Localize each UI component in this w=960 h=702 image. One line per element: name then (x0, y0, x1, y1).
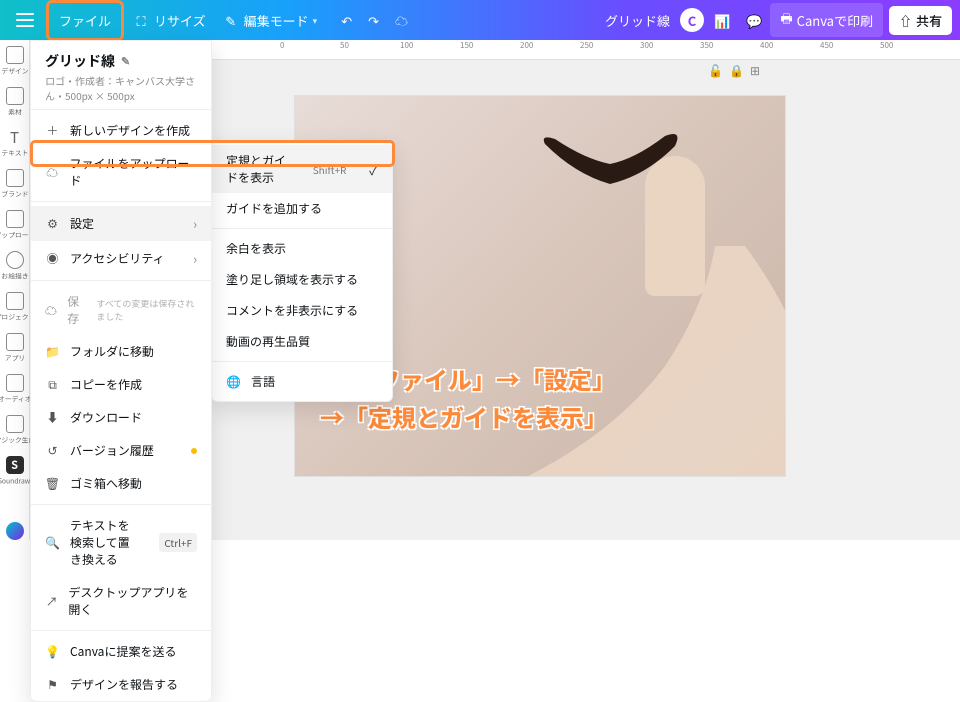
user-avatar[interactable]: C (680, 8, 704, 32)
file-dropdown-menu: グリッド線✎ ロゴ・作成者：キャンバス大学さん・500px × 500px ＋新… (30, 40, 212, 702)
redo-button[interactable]: ↷ (360, 5, 387, 36)
redo-icon: ↷ (368, 11, 379, 30)
menu-desktop-app[interactable]: ↗デスクトップアプリを開く (31, 576, 211, 626)
bulb-icon: 💡 (45, 644, 60, 659)
search-icon: 🔍 (45, 535, 60, 550)
pencil-icon: ✎ (222, 11, 240, 29)
plus-icon: ＋ (45, 123, 60, 138)
menu-find-replace[interactable]: 🔍テキストを検索して置き換えるCtrl+F (31, 509, 211, 576)
gear-icon: ⚙ (45, 216, 60, 231)
top-toolbar: ファイル ⛶リサイズ ✎編集モード▾ ↶ ↷ ☁ グリッド線 C 📊 💬 🖶Ca… (0, 0, 960, 40)
rail-soundraw[interactable]: SSoundraw (0, 456, 34, 487)
chevron-down-icon: ▾ (313, 14, 318, 27)
unlock-icon: 🔓 (708, 62, 723, 79)
flag-icon: ⚑ (45, 677, 60, 692)
accessibility-icon: ◉ (45, 251, 60, 266)
history-icon: ↺ (45, 443, 60, 458)
file-menu-meta: ロゴ・作成者：キャンバス大学さん・500px × 500px (45, 73, 197, 103)
download-icon: ⬇ (45, 410, 60, 425)
rail-brand[interactable]: ブランド (0, 169, 31, 200)
submenu-playback[interactable]: 動画の再生品質 (212, 326, 392, 357)
chevron-right-icon: › (193, 214, 197, 233)
settings-submenu: 定規とガイドを表示Shift+R ✓ ガイドを追加する 余白を表示 塗り足し領域… (211, 140, 393, 402)
edit-mode-button[interactable]: ✎編集モード▾ (214, 5, 326, 36)
file-menu-title: グリッド線✎ (45, 51, 197, 71)
document-name[interactable]: グリッド線 (597, 5, 678, 36)
rail-magic-button[interactable] (6, 522, 24, 540)
menu-download[interactable]: ⬇ダウンロード (31, 401, 211, 434)
copy-icon: ⧉ (45, 377, 60, 392)
insights-button[interactable]: 📊 (706, 5, 738, 36)
grid-icon: ⊞ (750, 62, 760, 79)
submenu-rulers-guides[interactable]: 定規とガイドを表示Shift+R ✓ (212, 145, 392, 193)
left-rail: デザイン 素材 Tテキスト ブランド アップロード お絵描き プロジェクト アプ… (0, 40, 30, 540)
canvas-lock-controls[interactable]: 🔓 🔒 ⊞ (708, 62, 760, 79)
submenu-add-guide[interactable]: ガイドを追加する (212, 193, 392, 224)
menu-version[interactable]: ↺バージョン履歴 (31, 434, 211, 467)
checkmark-icon: ✓ (369, 160, 378, 179)
menu-new-design[interactable]: ＋新しいデザインを作成 (31, 114, 211, 147)
rail-text[interactable]: Tテキスト (0, 128, 30, 159)
undo-button[interactable]: ↶ (333, 5, 360, 36)
menu-copy[interactable]: ⧉コピーを作成 (31, 368, 211, 401)
cloud-icon: ☁ (395, 11, 408, 30)
globe-icon: 🌐 (226, 373, 241, 390)
comment-icon: 💬 (746, 11, 762, 30)
rail-design[interactable]: デザイン (0, 46, 31, 77)
menu-move-folder[interactable]: 📁フォルダに移動 (31, 335, 211, 368)
submenu-hide-comments[interactable]: コメントを非表示にする (212, 295, 392, 326)
comments-button[interactable]: 💬 (738, 5, 770, 36)
menu-accessibility[interactable]: ◉アクセシビリティ› (31, 241, 211, 276)
submenu-bleed[interactable]: 塗り足し領域を表示する (212, 264, 392, 295)
file-menu-label: ファイル (59, 11, 111, 30)
share-button[interactable]: ⇧共有 (889, 6, 952, 35)
edit-title-icon[interactable]: ✎ (121, 53, 130, 69)
menu-upload[interactable]: ☁ファイルをアップロード (31, 147, 211, 197)
share-icon: ⇧ (899, 11, 912, 30)
notification-dot-icon (191, 448, 197, 454)
upload-icon: ☁ (45, 165, 59, 180)
cloud-sync-button[interactable]: ☁ (387, 5, 416, 36)
menu-suggest[interactable]: 💡Canvaに提案を送る (31, 635, 211, 668)
menu-report[interactable]: ⚑デザインを報告する (31, 668, 211, 701)
external-icon: ↗ (45, 594, 58, 609)
resize-icon: ⛶ (132, 11, 150, 29)
chart-icon: 📊 (714, 11, 730, 30)
submenu-language[interactable]: 🌐言語 (212, 366, 392, 397)
printer-icon: 🖶 (780, 8, 792, 32)
chevron-right-icon: › (193, 249, 197, 268)
trash-icon: 🗑 (45, 476, 60, 491)
print-button[interactable]: 🖶Canvaで印刷 (770, 3, 883, 37)
submenu-margins[interactable]: 余白を表示 (212, 233, 392, 264)
menu-settings[interactable]: ⚙設定› (31, 206, 211, 241)
menu-save: ☁保存すべての変更は保存されました (31, 285, 211, 335)
hamburger-menu[interactable] (8, 7, 42, 33)
undo-icon: ↶ (341, 11, 352, 30)
rail-apps[interactable]: アプリ (3, 333, 27, 364)
menu-trash[interactable]: 🗑ゴミ箱へ移動 (31, 467, 211, 500)
resize-button[interactable]: ⛶リサイズ (124, 5, 214, 36)
cloud-save-icon: ☁ (45, 303, 57, 318)
file-menu-button[interactable]: ファイル (51, 5, 119, 36)
rail-elements[interactable]: 素材 (6, 87, 24, 118)
lock-icon: 🔒 (729, 62, 744, 79)
rail-draw[interactable]: お絵描き (0, 251, 31, 282)
folder-icon: 📁 (45, 344, 60, 359)
file-menu-highlight: ファイル (46, 0, 124, 41)
